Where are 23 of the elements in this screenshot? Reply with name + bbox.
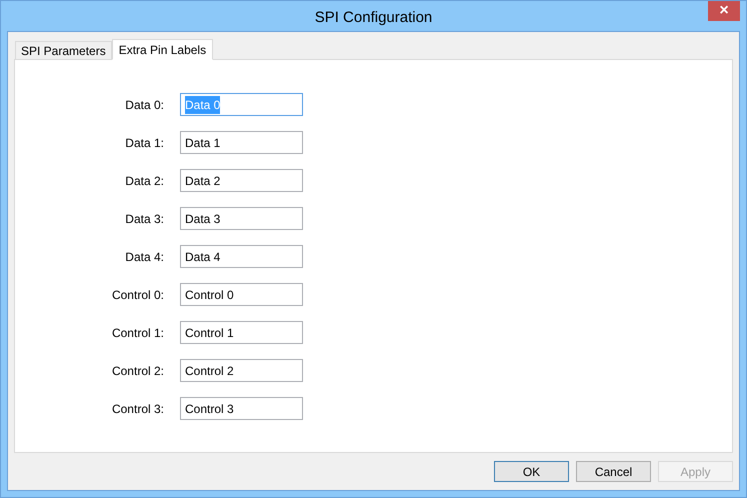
tab[interactable]: Extra Pin Labels (112, 39, 214, 60)
input-field[interactable]: Control 1 (180, 321, 303, 344)
field-label: Control 2: (110, 362, 164, 380)
input-field[interactable]: Data 4 (180, 245, 303, 268)
tab[interactable]: SPI Parameters (15, 41, 112, 59)
input-field[interactable]: Control 2 (180, 359, 303, 382)
field-label: Data 1: (124, 134, 164, 152)
window-title: SPI Configuration (314, 8, 432, 28)
field-label: Data 3: (124, 210, 164, 228)
field-label: Data 2: (124, 172, 164, 190)
field-label: Data 0: (124, 96, 164, 114)
field-label: Control 1: (110, 324, 164, 342)
input-field[interactable]: Control 3 (180, 397, 303, 420)
field-label: Control 3: (110, 400, 164, 418)
input-field[interactable]: Data 2 (180, 169, 303, 192)
input-field[interactable]: Control 0 (180, 283, 303, 306)
close-button[interactable]: × (708, 1, 740, 21)
input-field[interactable]: Data 1 (180, 131, 303, 154)
field-label: Control 0: (110, 286, 164, 304)
input-field[interactable]: Data 3 (180, 207, 303, 230)
dialog-button[interactable]: Cancel (576, 461, 651, 482)
dialog-button[interactable]: OK (494, 461, 569, 482)
field-label: Data 4: (124, 248, 164, 266)
